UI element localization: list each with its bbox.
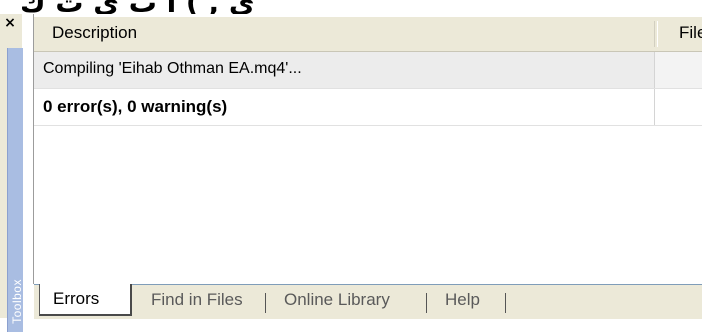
tab-errors[interactable]: Errors [39, 284, 132, 316]
grid-header: Description File [34, 17, 702, 52]
tab-divider [505, 293, 506, 313]
table-row[interactable]: Compiling 'Eihab Othman EA.mq4'... [34, 52, 702, 89]
bottom-tab-bar: Errors Find in Files Online Library Help [34, 284, 702, 319]
cell-description: Compiling 'Eihab Othman EA.mq4'... [43, 60, 302, 77]
cropped-arabic-text: ي , ) ا ب ي ت ك [20, 0, 700, 14]
column-header-file[interactable]: File [679, 23, 702, 43]
close-icon[interactable]: × [3, 16, 17, 30]
cell-file [654, 89, 702, 125]
tab-divider [426, 293, 427, 313]
toolbox-label: Toolbox [10, 279, 24, 324]
tab-online-library[interactable]: Online Library [284, 290, 390, 314]
errors-panel: Description File Compiling 'Eihab Othman… [34, 14, 702, 318]
cell-file [654, 52, 702, 88]
column-header-description[interactable]: Description [52, 23, 137, 43]
table-row[interactable]: 0 error(s), 0 warning(s) [34, 89, 702, 126]
tab-divider [265, 293, 266, 313]
column-separator[interactable] [654, 21, 658, 47]
cropped-header-text: ي , ) ا ب ي ت ك [0, 0, 702, 14]
cell-description: 0 error(s), 0 warning(s) [43, 97, 228, 116]
tab-errors-label: Errors [53, 289, 100, 308]
tab-help[interactable]: Help [445, 290, 480, 314]
toolbox-tab[interactable]: Toolbox [7, 48, 24, 332]
tab-find-in-files[interactable]: Find in Files [151, 290, 243, 314]
toolbox-sidebar: × Toolbox [0, 14, 24, 332]
